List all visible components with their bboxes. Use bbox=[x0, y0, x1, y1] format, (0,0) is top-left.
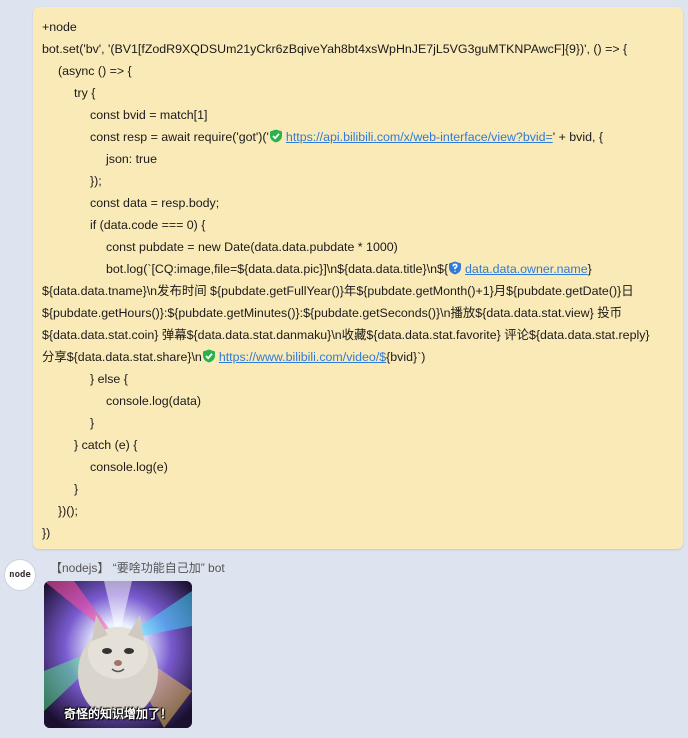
code-message: +node bot.set('bv', '(BV1[fZodR9XQDSUm21y… bbox=[42, 16, 678, 544]
code-line: } bbox=[74, 482, 79, 496]
code-line: console.log(data) bbox=[106, 394, 202, 408]
code-line: const bvid = match[1] bbox=[90, 108, 208, 122]
code-line: (async () => { bbox=[58, 64, 132, 78]
avatar-label: node bbox=[9, 570, 31, 580]
code-line: } else { bbox=[90, 372, 128, 386]
code-line: +node bbox=[42, 20, 77, 34]
code-text: ' + bvid, { bbox=[552, 130, 604, 144]
sticker-caption: 奇怪的知识增加了！ bbox=[63, 707, 172, 721]
code-text: 分享${data.data.stat.share}\n bbox=[42, 350, 202, 364]
verified-shield-icon bbox=[202, 349, 215, 363]
code-text: const resp = await require('got')(' bbox=[90, 130, 269, 144]
sticker-image[interactable]: 奇怪的知识增加了！ bbox=[44, 581, 192, 728]
code-text: bot.log(`[CQ:image,file=${data.data.pic}… bbox=[106, 262, 449, 276]
code-line: try { bbox=[74, 86, 96, 100]
code-link[interactable]: https://api.bilibili.com/x/web-interface… bbox=[286, 130, 553, 144]
code-line: }) bbox=[42, 526, 51, 540]
code-link[interactable]: https://www.bilibili.com/video/$ bbox=[219, 350, 386, 364]
code-line: const pubdate = new Date(data.data.pubda… bbox=[106, 240, 398, 254]
code-line: console.log(e) bbox=[90, 460, 168, 474]
avatar[interactable]: node bbox=[4, 559, 36, 591]
code-line: bot.log(`[CQ:image,file=${data.data.pic}… bbox=[42, 258, 678, 280]
code-line: })(); bbox=[58, 504, 78, 518]
code-line: ${data.data.stat.coin} 弹幕${data.data.sta… bbox=[42, 328, 650, 342]
code-line: ${pubdate.getHours()}:${pubdate.getMinut… bbox=[42, 306, 622, 320]
verified-shield-icon bbox=[269, 129, 282, 143]
code-line: } catch (e) { bbox=[74, 438, 138, 452]
code-line: bot.set('bv', '(BV1[fZodR9XQDSUm21yCkr6z… bbox=[42, 42, 628, 56]
sender-name: 【nodejs】 “要啥功能自己加” bot bbox=[50, 561, 225, 575]
code-line: if (data.code === 0) { bbox=[90, 218, 206, 232]
code-line: ${data.data.tname}\n发布时间 ${pubdate.getFu… bbox=[42, 284, 634, 298]
code-line: json: true bbox=[106, 152, 157, 166]
code-line: }); bbox=[90, 174, 102, 188]
code-link[interactable]: data.data.owner.name bbox=[465, 262, 588, 276]
code-line: 分享${data.data.stat.share}\n https://www.b… bbox=[42, 346, 678, 368]
code-line: const resp = await require('got')(' https… bbox=[42, 126, 678, 148]
code-text: } bbox=[587, 262, 592, 276]
code-line: } bbox=[90, 416, 95, 430]
code-line: const data = resp.body; bbox=[90, 196, 220, 210]
code-text: {bvid}`) bbox=[386, 350, 426, 364]
unknown-shield-icon bbox=[449, 261, 462, 275]
